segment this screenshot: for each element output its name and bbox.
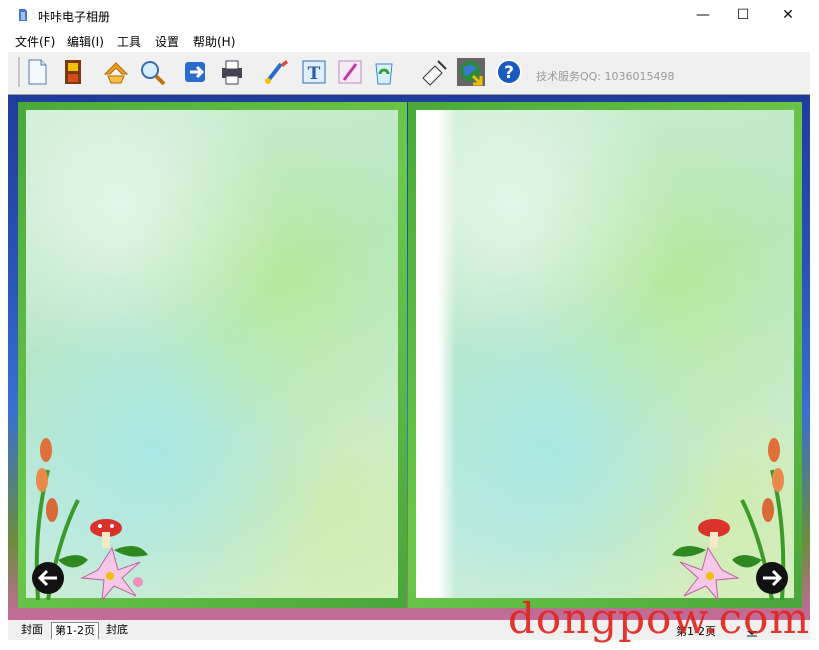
export-icon[interactable]: [181, 57, 211, 87]
tab-cover[interactable]: 封面: [18, 622, 46, 638]
brush-icon[interactable]: [261, 57, 291, 87]
watermark: dongpow.com: [508, 594, 811, 643]
menu-edit[interactable]: 编辑(I): [67, 33, 104, 50]
open-icon[interactable]: [101, 57, 131, 87]
menu-settings[interactable]: 设置: [155, 33, 179, 50]
previous-page-arrow-icon[interactable]: [32, 562, 64, 594]
menu-tools[interactable]: 工具: [117, 33, 141, 50]
new-file-icon[interactable]: [22, 57, 52, 87]
left-page[interactable]: [18, 102, 407, 608]
app-icon: [18, 8, 28, 22]
globe-icon[interactable]: [456, 57, 486, 87]
tab-pages-1-2[interactable]: 第1-2页: [51, 622, 99, 639]
page-fold-highlight: [416, 110, 456, 598]
text-icon[interactable]: T: [299, 57, 329, 87]
next-page-arrow-icon[interactable]: [756, 562, 788, 594]
menu-help[interactable]: 帮助(H): [193, 33, 235, 50]
save-icon[interactable]: [58, 57, 88, 87]
close-button[interactable]: ✕: [765, 0, 811, 30]
maximize-button[interactable]: ☐: [720, 0, 766, 30]
pen-icon[interactable]: [335, 57, 365, 87]
svg-text:?: ?: [504, 63, 514, 83]
search-icon[interactable]: [137, 57, 167, 87]
window-title: 咔咔电子相册: [38, 10, 111, 24]
tech-support-text: 技术服务QQ: 1036015498: [536, 70, 675, 83]
tab-back-cover[interactable]: 封底: [103, 622, 131, 638]
help-icon[interactable]: ?: [494, 57, 524, 87]
right-page[interactable]: [408, 102, 802, 608]
edit-tools-icon[interactable]: [419, 57, 449, 87]
print-icon[interactable]: [217, 57, 247, 87]
menu-file[interactable]: 文件(F): [15, 33, 55, 50]
toolbar-grip: [18, 57, 20, 87]
recycle-icon[interactable]: [369, 57, 399, 87]
svg-text:T: T: [308, 64, 321, 84]
